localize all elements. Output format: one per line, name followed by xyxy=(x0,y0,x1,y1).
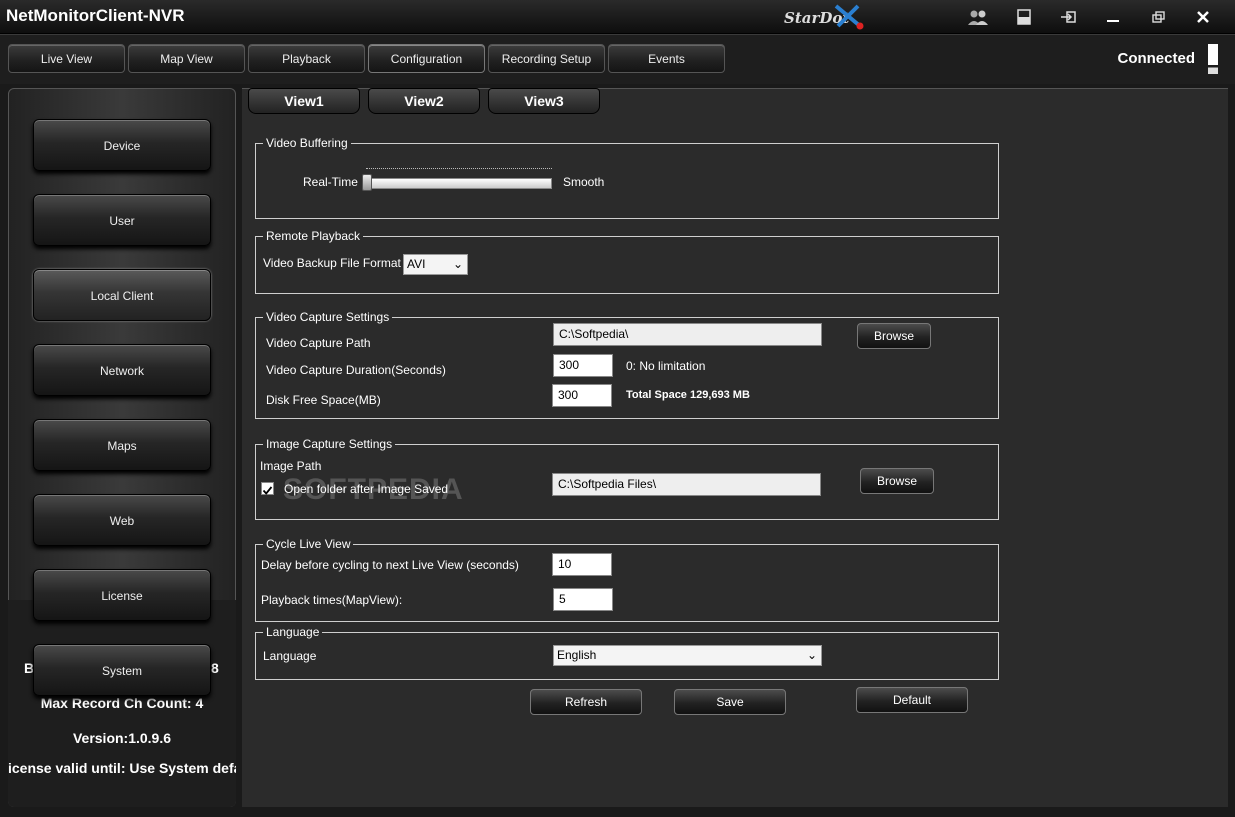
sidebar-item-system[interactable]: System xyxy=(33,644,211,696)
backup-format-label: Video Backup File Format xyxy=(263,256,401,270)
tab-events[interactable]: Events xyxy=(608,44,725,73)
disk-free-field[interactable]: 300 xyxy=(552,384,612,407)
close-icon[interactable] xyxy=(1191,8,1215,26)
sidebar-item-maps[interactable]: Maps xyxy=(33,419,211,471)
image-path-label: Image Path xyxy=(260,459,322,473)
tab-recording-setup[interactable]: Recording Setup xyxy=(488,44,605,73)
tab-live-view[interactable]: Live View xyxy=(8,44,125,73)
duration-hint: 0: No limitation xyxy=(626,359,706,373)
language-title: Language xyxy=(263,625,323,639)
connection-indicator xyxy=(1208,44,1218,74)
cycle-live-view-title: Cycle Live View xyxy=(263,537,354,551)
save-button[interactable]: Save xyxy=(674,689,786,715)
tab-map-view[interactable]: Map View xyxy=(128,44,245,73)
title-bar xyxy=(0,0,1235,34)
image-path-field[interactable]: C:\Softpedia Files\ xyxy=(552,473,821,496)
backup-format-value: AVI xyxy=(407,257,426,271)
chevron-down-icon: ⌄ xyxy=(806,648,817,662)
open-folder-label: Open folder after Image Saved xyxy=(284,482,449,496)
sidebar-item-device[interactable]: Device xyxy=(33,119,211,171)
playback-times-label: Playback times(MapView): xyxy=(261,593,403,607)
smooth-label: Smooth xyxy=(563,175,605,189)
image-browse-button[interactable]: Browse xyxy=(860,468,934,494)
buffering-slider-handle[interactable] xyxy=(362,174,372,191)
sidebar-item-license[interactable]: License xyxy=(33,569,211,621)
info-line1-right: 8 xyxy=(211,660,219,676)
sidebar-item-local-client[interactable]: Local Client xyxy=(33,269,211,321)
cycle-delay-label: Delay before cycling to next Live View (… xyxy=(261,558,519,572)
realtime-label: Real-Time xyxy=(303,175,358,189)
restore-icon[interactable] xyxy=(1146,8,1170,26)
playback-times-field[interactable]: 5 xyxy=(553,588,613,611)
capture-duration-field[interactable]: 300 xyxy=(553,354,613,377)
layout-icon[interactable] xyxy=(1012,8,1036,26)
tab-view1[interactable]: View1 xyxy=(248,88,360,114)
capture-duration-label: Video Capture Duration(Seconds) xyxy=(266,363,446,377)
total-space-text: Total Space 129,693 MB xyxy=(626,389,750,401)
capture-browse-button[interactable]: Browse xyxy=(857,323,931,349)
check-icon xyxy=(262,486,273,495)
max-record-count: Max Record Ch Count: 4 xyxy=(40,695,204,711)
tab-playback[interactable]: Playback xyxy=(248,44,365,73)
users-icon[interactable] xyxy=(966,8,990,26)
tab-view3[interactable]: View3 xyxy=(488,88,600,114)
version-info: Version:1.0.9.6 xyxy=(72,730,172,746)
tab-configuration[interactable]: Configuration xyxy=(368,44,485,73)
license-info: icense valid until: Use System defau xyxy=(8,760,236,776)
disk-free-label: Disk Free Space(MB) xyxy=(266,393,381,407)
language-value: English xyxy=(557,648,597,662)
cycle-live-view-group xyxy=(255,544,999,622)
backup-format-select[interactable]: AVI ⌄ xyxy=(403,254,468,275)
slider-ticks xyxy=(366,168,552,176)
capture-path-field[interactable]: C:\Softpedia\ xyxy=(553,323,822,346)
video-buffering-title: Video Buffering xyxy=(263,136,351,150)
chevron-down-icon: ⌄ xyxy=(452,257,463,271)
language-select[interactable]: English ⌄ xyxy=(553,645,822,666)
sidebar-item-user[interactable]: User xyxy=(33,194,211,246)
login-icon[interactable] xyxy=(1057,8,1081,26)
sidebar-item-web[interactable]: Web xyxy=(33,494,211,546)
refresh-button[interactable]: Refresh xyxy=(530,689,642,715)
capture-path-label: Video Capture Path xyxy=(266,336,371,350)
image-capture-title: Image Capture Settings xyxy=(263,437,396,451)
video-capture-title: Video Capture Settings xyxy=(263,310,393,324)
buffering-slider-track[interactable] xyxy=(366,178,552,189)
remote-playback-title: Remote Playback xyxy=(263,229,364,243)
connection-status: Connected xyxy=(1117,50,1195,67)
cycle-delay-field[interactable]: 10 xyxy=(552,553,612,576)
default-button[interactable]: Default xyxy=(856,687,968,713)
app-title: NetMonitorClient-NVR xyxy=(6,6,185,25)
sidebar-item-network[interactable]: Network xyxy=(33,344,211,396)
minimize-icon[interactable] xyxy=(1101,8,1125,26)
stardot-logo: StarDot xyxy=(782,2,864,30)
open-folder-checkbox[interactable] xyxy=(261,482,274,495)
language-label: Language xyxy=(263,649,317,663)
tab-view2[interactable]: View2 xyxy=(368,88,480,114)
